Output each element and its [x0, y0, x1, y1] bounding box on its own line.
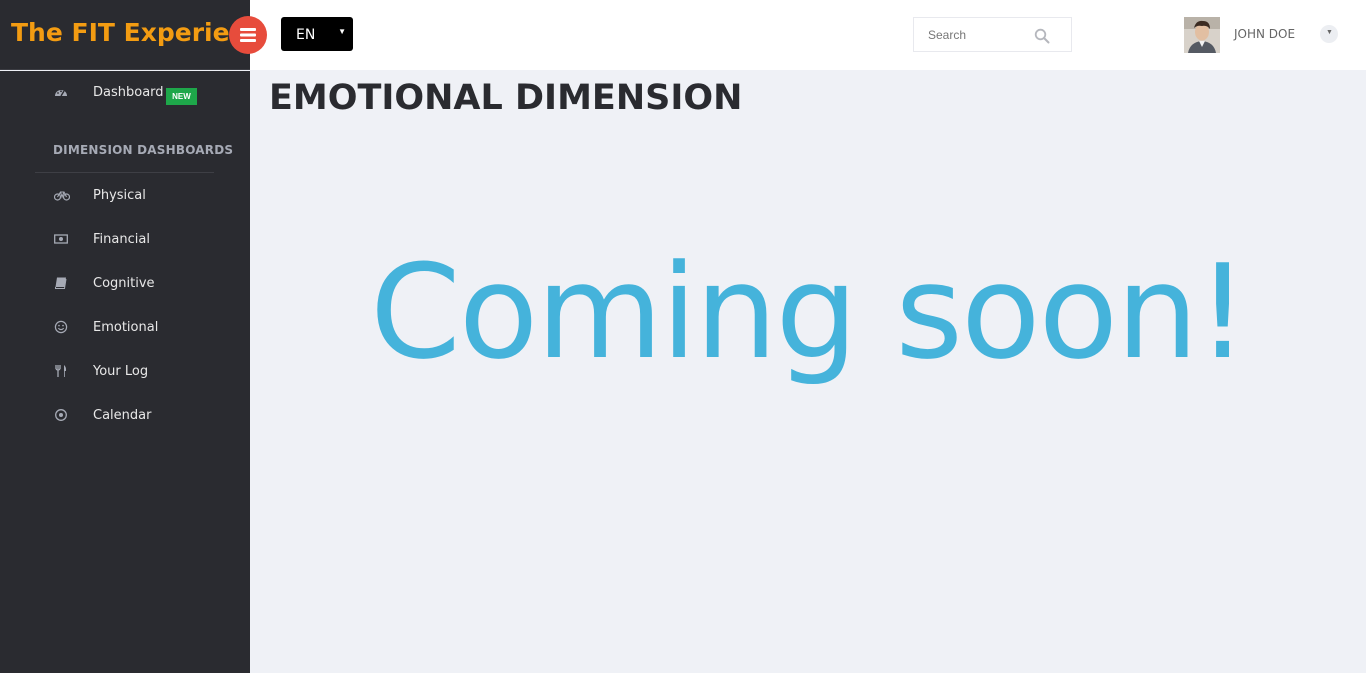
sidebar-item-calendar[interactable]: Calendar [0, 398, 250, 434]
page-title: EMOTIONAL DIMENSION [269, 78, 743, 118]
language-value: EN [296, 27, 316, 43]
sidebar-item-label: Dashboard [93, 85, 164, 100]
sidebar-item-cognitive[interactable]: Cognitive [0, 266, 250, 302]
section-divider [35, 172, 214, 173]
search-icon[interactable] [1034, 28, 1050, 44]
caret-down-icon: ▼ [1326, 29, 1333, 36]
sidebar-item-label: Your Log [93, 364, 149, 379]
sidebar-item-your-log[interactable]: Your Log [0, 354, 250, 390]
sidebar-toggle-button[interactable] [229, 16, 267, 54]
search-box [913, 17, 1072, 52]
avatar-image [1184, 17, 1220, 53]
search-input[interactable] [914, 18, 1034, 51]
sidebar-item-dashboard[interactable]: Dashboard NEW [0, 75, 250, 111]
sidebar-item-label: Emotional [93, 320, 159, 335]
section-title: DIMENSION DASHBOARDS [53, 143, 234, 157]
bicycle-icon [54, 191, 70, 201]
menu-icon [240, 28, 256, 42]
money-icon [54, 234, 68, 244]
brand-bar: The FIT Experience [0, 0, 250, 70]
coming-soon-message: Coming soon! [370, 236, 1249, 388]
brand-title[interactable]: The FIT Experience [11, 18, 250, 47]
sidebar-item-physical[interactable]: Physical [0, 178, 250, 214]
user-name[interactable]: JOHN DOE [1234, 27, 1295, 41]
sidebar-item-emotional[interactable]: Emotional [0, 310, 250, 346]
new-badge: NEW [166, 88, 197, 105]
book-icon [55, 277, 67, 289]
caret-down-icon: ▼ [338, 27, 346, 36]
user-menu-button[interactable]: ▼ [1320, 25, 1338, 43]
dashboard-icon [55, 90, 67, 97]
sidebar-item-label: Calendar [93, 408, 152, 423]
user-avatar[interactable] [1184, 17, 1220, 53]
sidebar-item-label: Cognitive [93, 276, 155, 291]
sidebar-item-financial[interactable]: Financial [0, 222, 250, 258]
target-icon [55, 409, 67, 421]
cutlery-icon [55, 365, 67, 377]
smile-icon [54, 320, 68, 334]
language-select[interactable]: EN ▼ [281, 17, 353, 51]
sidebar: Dashboard NEW DIMENSION DASHBOARDS Physi… [0, 71, 250, 673]
sidebar-item-label: Physical [93, 188, 146, 203]
sidebar-item-label: Financial [93, 232, 150, 247]
